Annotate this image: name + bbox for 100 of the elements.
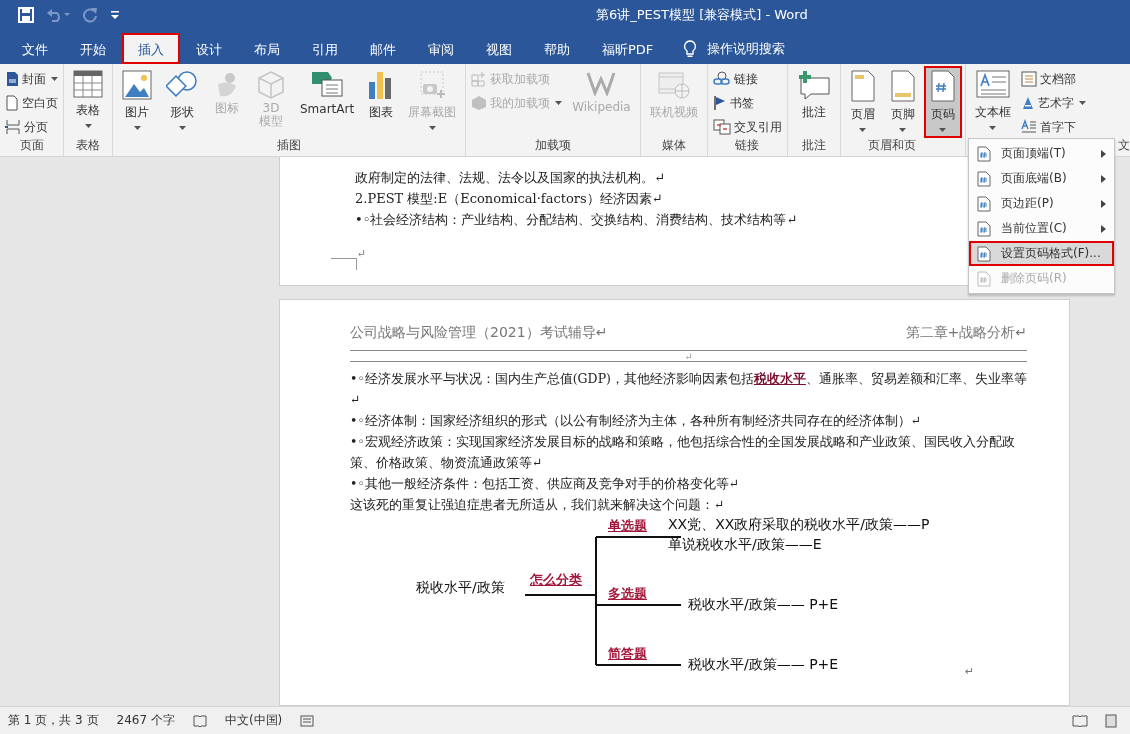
document-parts-icon [1020, 71, 1037, 87]
ribbon-button[interactable]: 表格 [67, 66, 109, 138]
paragraph: 政府制定的法律、法规、法令以及国家的执法机构。↵ [355, 169, 665, 187]
ribbon-tab[interactable]: 引用 [296, 33, 354, 64]
paragraph: •◦社会经济结构：产业结构、分配结构、交换结构、消费结构、技术结构等↵ [355, 211, 798, 229]
comment-plus-icon [796, 70, 831, 100]
group-label: 加载项 [534, 137, 571, 154]
ribbon-button[interactable]: 图表 [362, 66, 401, 138]
macro-icon[interactable] [300, 713, 315, 728]
ribbon-tab[interactable]: 开始 [64, 33, 122, 64]
ribbon-button[interactable]: 页眉 [843, 66, 882, 138]
page-count[interactable]: 第 1 页，共 3 页 [8, 712, 99, 729]
drop-cap-icon [1020, 119, 1037, 135]
print-layout-icon[interactable] [1104, 713, 1118, 728]
tell-me-search[interactable]: 操作说明搜索 [707, 39, 786, 58]
paragraph: •◦宏观经济政策：实现国家经济发展目标的战略和策略，他包括综合性的全国发展战略和产业政策、国民收入分配政策、价格政策、物资流通政策等↵ [350, 433, 1016, 472]
menu-item[interactable]: 设置页码格式(F)... [969, 241, 1114, 266]
ribbon-tab[interactable]: 插入 [122, 33, 180, 64]
ribbon-tab[interactable]: 福昕PDF [586, 33, 670, 64]
ribbon-tab[interactable]: 布局 [238, 33, 296, 64]
ribbon-button[interactable]: 文本框 [968, 66, 1017, 138]
header-text: 第二章+战略分析↵ [905, 324, 1027, 342]
node-text: XX党、XX政府采取的税收水平/政策——P [668, 516, 930, 534]
ribbon-tab[interactable]: 邮件 [354, 33, 412, 64]
ribbon-button[interactable]: 封面 [3, 68, 60, 90]
paragraph: 2.PEST 模型:E（Economical·factors）经济因素↵ [355, 190, 663, 208]
page-hash-icon [977, 245, 991, 262]
paragraph-mark: ↵ [965, 665, 975, 678]
paragraph: 这该死的重复让强迫症患者无所适从，我们就来解决这个问题：↵ [350, 496, 726, 514]
group-label: 插图 [277, 137, 302, 154]
paragraph-mark: ↵ [350, 351, 1027, 362]
ribbon-button[interactable]: 艺术字 [1018, 92, 1088, 114]
ribbon-tab[interactable]: 帮助 [528, 33, 586, 64]
ribbon-button[interactable]: SmartArt [294, 66, 361, 138]
word-count[interactable]: 2467 个字 [116, 712, 175, 729]
ribbon-button[interactable]: 空白页 [3, 92, 60, 114]
paragraph: •◦经济体制：国家经济组织的形式（以公有制经济为主体，各种所有制经济共同存在的经济体制）↵ [350, 412, 923, 430]
cube-icon [256, 70, 286, 100]
diagram-label: 怎么分类 [530, 571, 582, 589]
ribbon-button[interactable]: 页码 [923, 66, 962, 138]
ribbon-button[interactable]: 页脚 [883, 66, 922, 138]
flag-icon [712, 95, 727, 111]
ribbon-button[interactable]: 图片 [116, 66, 158, 138]
ribbon-button[interactable]: 分页 [3, 116, 60, 138]
group-label: 链接 [735, 137, 760, 154]
lightbulb-icon [683, 39, 698, 58]
menu-item[interactable]: 页面顶端(T) [969, 141, 1114, 166]
ribbon-tab[interactable]: 文件 [6, 33, 64, 64]
ribbon-button[interactable]: 链接 [710, 68, 784, 90]
blank-page-icon [5, 95, 19, 111]
link-icon [712, 71, 731, 87]
paragraph: •◦其他一般经济条件：包括工资、供应商及竞争对手的价格变化等↵ [350, 475, 741, 493]
group-label: 页面 [19, 137, 44, 154]
header-page-icon [849, 70, 876, 102]
ribbon-button[interactable]: 文档部 [1018, 68, 1088, 90]
cross-reference-icon [712, 119, 731, 135]
undo-icon[interactable] [46, 7, 70, 23]
page-hash-icon [977, 170, 991, 187]
header-text: 公司战略与风险管理（2021）考试辅导↵ [350, 324, 608, 342]
ribbon-button[interactable]: 首字下 [1018, 116, 1088, 138]
save-icon[interactable] [18, 7, 34, 23]
table-icon [73, 70, 103, 98]
read-mode-icon[interactable] [1072, 713, 1088, 728]
add-grid-icon [471, 71, 488, 87]
wordart-icon [1020, 95, 1035, 111]
group-label: 媒体 [661, 137, 686, 154]
ribbon-button[interactable]: 交叉引用 [710, 116, 784, 138]
ribbon-tab[interactable]: 审阅 [412, 33, 470, 64]
node-text: 税收水平/政策 [416, 579, 505, 597]
window-title: 第6讲_PEST模型 [兼容模式] - Word [596, 6, 808, 24]
node-text: 税收水平/政策—— P+E [688, 596, 839, 614]
page-hash-icon [977, 145, 991, 162]
film-globe-icon [656, 70, 691, 100]
page-cross-icon [977, 270, 991, 287]
redo-icon[interactable] [82, 7, 98, 23]
addin-icon [471, 95, 488, 111]
group-label: 表格 [76, 137, 100, 154]
node-text: 单说税收水平/政策——E [668, 536, 822, 554]
diagram-label: 单选题 [608, 517, 647, 535]
group-label: 文 [1118, 137, 1130, 154]
ribbon-button[interactable]: 批注 [790, 66, 837, 138]
text-box-icon [975, 70, 1010, 100]
ribbon-button[interactable]: 形状 [160, 66, 204, 138]
menu-item[interactable]: 页面底端(B) [969, 166, 1114, 191]
ribbon-tab[interactable]: 设计 [180, 33, 238, 64]
menu-item[interactable]: 页边距(P) [969, 191, 1114, 216]
page-break-icon [5, 119, 21, 135]
picture-icon [122, 70, 152, 100]
cover-page-icon [5, 71, 19, 87]
page-hash-icon [977, 195, 991, 212]
paragraph: •◦经济发展水平与状况：国内生产总值(GDP)，其他经济影响因素包括税收水平、通胀率、贸易差额和汇率、失业率等↵ [350, 370, 1027, 409]
group-label: 批注 [801, 137, 826, 154]
page-number-icon [929, 70, 956, 102]
customize-icon[interactable] [110, 9, 120, 21]
ribbon-tab[interactable]: 视图 [470, 33, 528, 64]
diagram-label: 多选题 [608, 585, 647, 603]
ribbon-button[interactable]: 书签 [710, 92, 784, 114]
menu-item[interactable]: 当前位置(C) [969, 216, 1114, 241]
group-label: 页眉和页 [867, 137, 916, 154]
language[interactable]: 中文(中国) [224, 712, 283, 729]
